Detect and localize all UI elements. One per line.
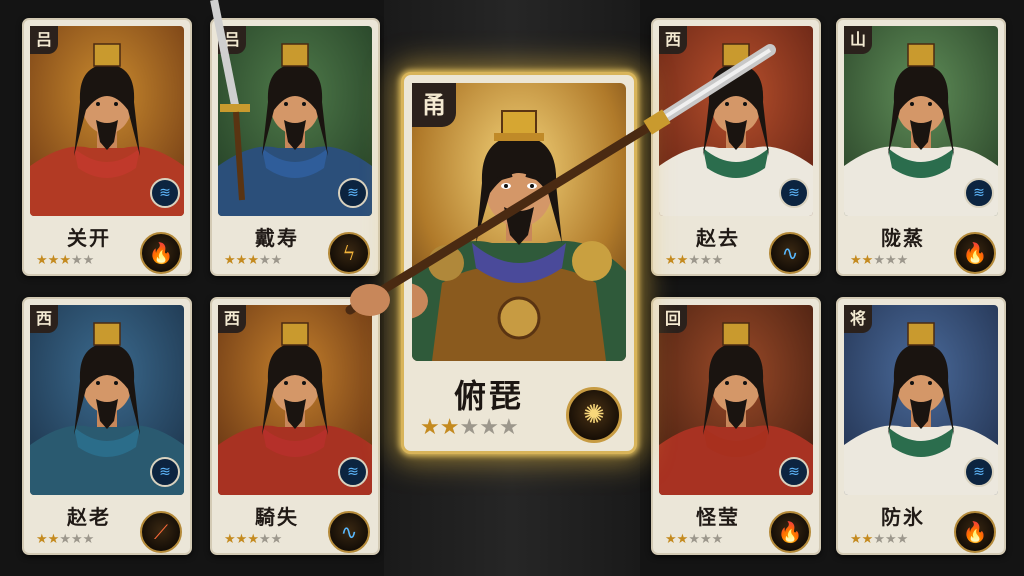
wind-swirl-icon: ≋ xyxy=(779,178,809,208)
star-empty-icon: ★ xyxy=(59,532,71,547)
star-empty-icon: ★ xyxy=(699,532,712,547)
hero-card[interactable]: 山 ≋ 陇蒸 ★★★★★ 🔥 xyxy=(836,18,1006,276)
hero-name: 赵老 xyxy=(67,505,111,529)
star-rating: ★★★★★ xyxy=(850,532,908,547)
star-filled-icon: ★ xyxy=(247,253,259,268)
star-empty-icon: ★ xyxy=(688,253,700,268)
featured-star-rating: ★★★★★ xyxy=(420,415,519,440)
star-filled-icon: ★ xyxy=(676,532,689,547)
star-empty-icon: ★ xyxy=(258,532,271,547)
water-wave-icon[interactable]: ∿ xyxy=(328,511,370,553)
wind-swirl-icon: ≋ xyxy=(338,178,368,208)
star-empty-icon: ★ xyxy=(498,415,519,440)
water-wave-icon[interactable]: ∿ xyxy=(769,232,811,274)
star-rating: ★★★★★ xyxy=(850,253,908,268)
star-filled-icon: ★ xyxy=(665,253,677,268)
hero-name: 戴寿 xyxy=(255,226,299,250)
hero-name: 赵去 xyxy=(696,226,740,250)
faction-badge: 回 xyxy=(659,305,687,333)
star-rating: ★★★★★ xyxy=(36,532,94,547)
hero-card[interactable]: 西 ≋ 騎失 ★★★★★ ∿ xyxy=(210,297,380,555)
wind-swirl-icon: ≋ xyxy=(964,457,994,487)
faction-badge: 西 xyxy=(659,26,687,54)
hero-name: 陇蒸 xyxy=(881,226,925,250)
star-empty-icon: ★ xyxy=(479,415,499,440)
star-empty-icon: ★ xyxy=(873,253,885,268)
star-empty-icon: ★ xyxy=(70,532,83,547)
star-filled-icon: ★ xyxy=(224,253,236,268)
star-filled-icon: ★ xyxy=(235,532,248,547)
star-empty-icon: ★ xyxy=(711,532,724,547)
hero-card[interactable]: 回 ≋ 怪莹 ★★★★★ 🔥 xyxy=(651,297,821,555)
star-filled-icon: ★ xyxy=(224,532,236,547)
faction-badge: 吕 xyxy=(218,26,246,54)
star-empty-icon: ★ xyxy=(270,532,283,547)
wind-swirl-icon: ≋ xyxy=(150,457,180,487)
star-filled-icon: ★ xyxy=(36,253,48,268)
hero-card[interactable]: 吕 ≋ 戴寿 ★★★★★ ϟ xyxy=(210,18,380,276)
star-rating: ★★★★★ xyxy=(36,253,94,268)
star-filled-icon: ★ xyxy=(676,253,689,268)
wind-swirl-icon: ≋ xyxy=(338,457,368,487)
star-filled-icon: ★ xyxy=(235,253,248,268)
faction-badge: 西 xyxy=(218,305,246,333)
star-empty-icon: ★ xyxy=(258,253,271,268)
wind-swirl-icon: ≋ xyxy=(150,178,180,208)
star-rating: ★★★★★ xyxy=(224,253,282,268)
star-filled-icon: ★ xyxy=(861,532,874,547)
flame-burst-icon[interactable]: 🔥 xyxy=(769,511,811,553)
star-empty-icon: ★ xyxy=(896,532,909,547)
featured-hero-card[interactable]: 甬 俯琵 ★★★★★ ✺ xyxy=(401,72,637,454)
hero-name: 防氷 xyxy=(881,505,925,529)
radiant-burst-icon[interactable]: ✺ xyxy=(566,387,622,443)
star-empty-icon: ★ xyxy=(270,253,283,268)
star-filled-icon: ★ xyxy=(47,253,60,268)
hero-card[interactable]: 西 ≋ 赵老 ★★★★★ ⟋ xyxy=(22,297,192,555)
star-filled-icon: ★ xyxy=(420,415,440,440)
star-empty-icon: ★ xyxy=(459,415,480,440)
star-filled-icon: ★ xyxy=(36,532,48,547)
faction-badge: 山 xyxy=(844,26,872,54)
star-empty-icon: ★ xyxy=(70,253,83,268)
hero-name: 关开 xyxy=(67,226,111,250)
star-empty-icon: ★ xyxy=(688,532,700,547)
fire-slash-icon[interactable]: ⟋ xyxy=(140,511,182,553)
star-rating: ★★★★★ xyxy=(665,532,723,547)
star-filled-icon: ★ xyxy=(59,253,71,268)
wind-swirl-icon: ≋ xyxy=(964,178,994,208)
star-filled-icon: ★ xyxy=(439,415,460,440)
star-filled-icon: ★ xyxy=(850,532,862,547)
star-empty-icon: ★ xyxy=(873,532,885,547)
star-empty-icon: ★ xyxy=(82,253,95,268)
wind-swirl-icon: ≋ xyxy=(779,457,809,487)
flame-burst-icon[interactable]: 🔥 xyxy=(954,232,996,274)
featured-hero-name: 俯琵 xyxy=(453,377,524,415)
faction-badge: 吕 xyxy=(30,26,58,54)
star-empty-icon: ★ xyxy=(884,532,897,547)
star-empty-icon: ★ xyxy=(884,253,897,268)
faction-badge: 西 xyxy=(30,305,58,333)
star-filled-icon: ★ xyxy=(47,532,60,547)
star-filled-icon: ★ xyxy=(247,532,259,547)
star-rating: ★★★★★ xyxy=(665,253,723,268)
star-filled-icon: ★ xyxy=(665,532,677,547)
hero-name: 騎失 xyxy=(255,505,299,529)
hero-card[interactable]: 吕 ≋ 关开 ★★★★★ 🔥 xyxy=(22,18,192,276)
hero-name: 怪莹 xyxy=(696,505,740,529)
faction-badge: 将 xyxy=(844,305,872,333)
star-filled-icon: ★ xyxy=(850,253,862,268)
flame-slash-icon[interactable]: ϟ xyxy=(328,232,370,274)
hero-card[interactable]: 西 ≋ 赵去 ★★★★★ ∿ xyxy=(651,18,821,276)
star-empty-icon: ★ xyxy=(699,253,712,268)
star-empty-icon: ★ xyxy=(711,253,724,268)
featured-faction-badge: 甬 xyxy=(412,83,456,127)
star-filled-icon: ★ xyxy=(861,253,874,268)
star-empty-icon: ★ xyxy=(82,532,95,547)
flame-burst-icon[interactable]: 🔥 xyxy=(954,511,996,553)
star-rating: ★★★★★ xyxy=(224,532,282,547)
star-empty-icon: ★ xyxy=(896,253,909,268)
flame-burst-icon[interactable]: 🔥 xyxy=(140,232,182,274)
hero-card[interactable]: 将 ≋ 防氷 ★★★★★ 🔥 xyxy=(836,297,1006,555)
